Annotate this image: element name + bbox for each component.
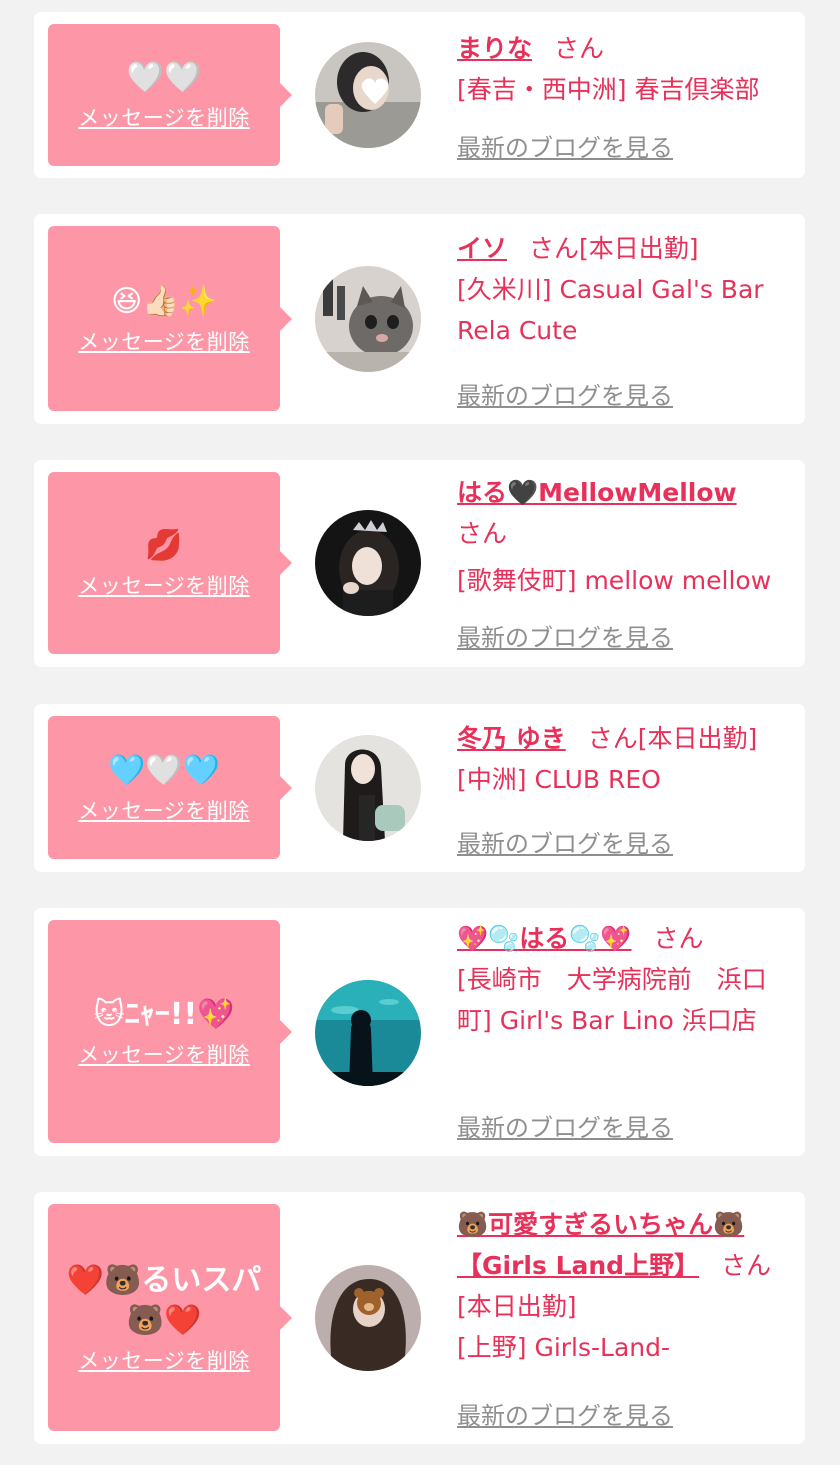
girl-name-link[interactable]: はる🖤MellowMellow bbox=[457, 472, 797, 513]
delete-message-link[interactable]: メッセージを削除 bbox=[78, 570, 250, 600]
list-item: 🤍🤍 メッセージを削除 まりな さん [春吉・西中洲] 春吉倶楽部 最新のブログを… bbox=[34, 12, 805, 178]
latest-blog-link[interactable]: 最新のブログを見る bbox=[457, 1108, 673, 1143]
girl-name-link[interactable]: イソ bbox=[457, 234, 507, 263]
shop-label: [上野] Girls-Land- bbox=[457, 1333, 671, 1362]
girl-name-link[interactable]: まりな bbox=[457, 34, 532, 63]
message-bubble: 🤍🤍 メッセージを削除 bbox=[48, 24, 292, 166]
list-item: ❤️🐻るいスパ🐻❤️ メッセージを削除 🐻可愛すぎるいちゃん🐻【Girls La… bbox=[34, 1192, 805, 1444]
avatar-photo-heart-covered-face bbox=[315, 42, 421, 148]
avatar[interactable] bbox=[315, 42, 421, 148]
latest-blog-link[interactable]: 最新のブログを見る bbox=[457, 618, 673, 653]
avatar[interactable] bbox=[315, 735, 421, 841]
latest-blog-link[interactable]: 最新のブログを見る bbox=[457, 376, 673, 411]
latest-blog-link[interactable]: 最新のブログを見る bbox=[457, 824, 673, 859]
attendance-label: [本日出勤] bbox=[637, 724, 758, 753]
shop-label: [久米川] Casual Gal's Bar Rela Cute bbox=[457, 275, 764, 345]
honorific: さん bbox=[653, 924, 704, 953]
attendance-label: [本日出勤] bbox=[579, 234, 699, 263]
girl-info: 💖🫧はる🫧💖 さん [長崎市 大学病院前 浜口町] Girl's Bar Lino… bbox=[457, 918, 797, 1041]
list-item: 💋 メッセージを削除 はる🖤MellowMellow さん [歌舞伎町] mel… bbox=[34, 460, 805, 667]
message-list: 🤍🤍 メッセージを削除 まりな さん [春吉・西中洲] 春吉倶楽部 最新のブログを… bbox=[0, 0, 840, 1465]
avatar-photo-tiara bbox=[315, 510, 421, 616]
message-text: 🐱ﾆｬｰ!!💖 bbox=[93, 996, 235, 1032]
girl-info: イソ さん[本日出勤] [久米川] Casual Gal's Bar Rela C… bbox=[457, 228, 797, 351]
delete-message-link[interactable]: メッセージを削除 bbox=[78, 326, 250, 356]
shop-label: [長崎市 大学病院前 浜口町] Girl's Bar Lino 浜口店 bbox=[457, 965, 767, 1035]
avatar-photo-kitten bbox=[315, 266, 421, 372]
message-bubble: 🐱ﾆｬｰ!!💖 メッセージを削除 bbox=[48, 920, 292, 1143]
shop-label: [春吉・西中洲] 春吉倶楽部 bbox=[457, 75, 760, 104]
message-bubble: ❤️🐻るいスパ🐻❤️ メッセージを削除 bbox=[48, 1204, 292, 1431]
delete-message-link[interactable]: メッセージを削除 bbox=[78, 102, 250, 132]
message-bubble: 🩵🤍🩵 メッセージを削除 bbox=[48, 716, 292, 859]
girl-info: 冬乃 ゆき さん[本日出勤] [中洲] CLUB REO bbox=[457, 718, 797, 800]
message-text: 🩵🤍🩵 bbox=[107, 752, 221, 788]
honorific: さん bbox=[587, 724, 638, 753]
girl-name-link[interactable]: 冬乃 ゆき bbox=[457, 724, 566, 753]
shop-label: [歌舞伎町] mellow mellow bbox=[457, 566, 772, 595]
attendance-label: [本日出勤] bbox=[457, 1292, 577, 1321]
list-item: 🩵🤍🩵 メッセージを削除 冬乃 ゆき さん[本日出勤] [中洲] CLUB REO… bbox=[34, 704, 805, 872]
list-item: 😆👍🏻✨ メッセージを削除 イソ さん[本日出勤] [久米川] Casual G… bbox=[34, 214, 805, 424]
honorific: さん bbox=[529, 234, 580, 263]
message-text: ❤️🐻るいスパ🐻❤️ bbox=[66, 1262, 262, 1338]
honorific: さん bbox=[554, 34, 605, 63]
avatar-photo-bear-covered-face bbox=[315, 1265, 421, 1371]
avatar-photo-long-hair bbox=[315, 735, 421, 841]
avatar-photo-aquarium bbox=[315, 980, 421, 1086]
latest-blog-link[interactable]: 最新のブログを見る bbox=[457, 1396, 673, 1431]
honorific: さん bbox=[457, 519, 508, 548]
honorific: さん bbox=[721, 1251, 772, 1280]
message-text: 💋 bbox=[145, 528, 183, 563]
message-text: 😆👍🏻✨ bbox=[111, 283, 217, 319]
shop-label: [中洲] CLUB REO bbox=[457, 765, 661, 794]
delete-message-link[interactable]: メッセージを削除 bbox=[78, 1345, 250, 1375]
avatar[interactable] bbox=[315, 1265, 421, 1371]
latest-blog-link[interactable]: 最新のブログを見る bbox=[457, 128, 673, 163]
avatar[interactable] bbox=[315, 980, 421, 1086]
message-text: 🤍🤍 bbox=[126, 60, 202, 95]
avatar[interactable] bbox=[315, 266, 421, 372]
avatar[interactable] bbox=[315, 510, 421, 616]
girl-name-link[interactable]: 💖🫧はる🫧💖 bbox=[457, 924, 632, 953]
list-item: 🐱ﾆｬｰ!!💖 メッセージを削除 💖🫧はる🫧💖 さん [長崎市 大学病院前 浜口町… bbox=[34, 908, 805, 1156]
girl-info: はる🖤MellowMellow さん [歌舞伎町] mellow mellow bbox=[457, 472, 797, 601]
delete-message-link[interactable]: メッセージを削除 bbox=[78, 795, 250, 825]
message-bubble: 💋 メッセージを削除 bbox=[48, 472, 292, 654]
girl-name-link[interactable]: 🐻可愛すぎるいちゃん🐻【Girls Land上野】 bbox=[457, 1210, 744, 1280]
message-bubble: 😆👍🏻✨ メッセージを削除 bbox=[48, 226, 292, 411]
girl-info: 🐻可愛すぎるいちゃん🐻【Girls Land上野】 さん [本日出勤] [上野] … bbox=[457, 1204, 797, 1368]
girl-info: まりな さん [春吉・西中洲] 春吉倶楽部 bbox=[457, 28, 797, 110]
delete-message-link[interactable]: メッセージを削除 bbox=[78, 1039, 250, 1069]
